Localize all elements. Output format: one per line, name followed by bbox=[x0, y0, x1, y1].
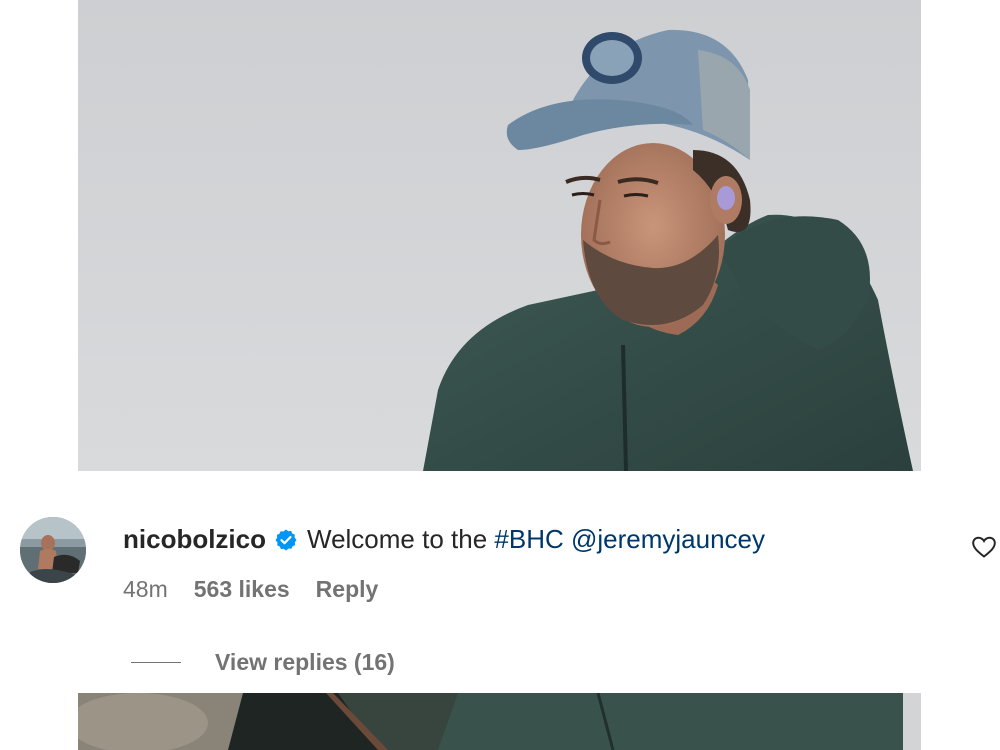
instagram-comment-view: nicobolzico Welcome to the #BHC @jeremyj… bbox=[0, 0, 1000, 750]
heart-icon[interactable] bbox=[971, 535, 997, 559]
comment-item: nicobolzico Welcome to the #BHC @jeremyj… bbox=[0, 471, 1000, 693]
avatar[interactable] bbox=[20, 517, 86, 583]
verified-badge-icon bbox=[274, 528, 298, 552]
comment-meta: 48m 563 likes Reply bbox=[123, 574, 378, 604]
comment-text-line: nicobolzico Welcome to the #BHC @jeremyj… bbox=[123, 521, 765, 557]
view-replies-label: View replies (16) bbox=[215, 648, 395, 675]
comment-timestamp[interactable]: 48m bbox=[123, 576, 168, 603]
reply-button[interactable]: Reply bbox=[316, 576, 379, 603]
view-replies-button[interactable]: View replies (16) bbox=[131, 647, 395, 677]
comment-body: Welcome to the #BHC @jeremyjauncey bbox=[307, 524, 765, 555]
comment-text-prefix: Welcome to the bbox=[307, 523, 495, 554]
post-image[interactable] bbox=[78, 0, 921, 471]
next-post-image[interactable] bbox=[78, 693, 921, 750]
comment-username[interactable]: nicobolzico bbox=[123, 524, 266, 555]
replies-divider-line bbox=[131, 661, 181, 663]
comment-likes-count[interactable]: 563 likes bbox=[194, 576, 290, 603]
mention-link[interactable]: @jeremyjauncey bbox=[571, 524, 765, 554]
hashtag-link[interactable]: #BHC bbox=[494, 524, 563, 554]
